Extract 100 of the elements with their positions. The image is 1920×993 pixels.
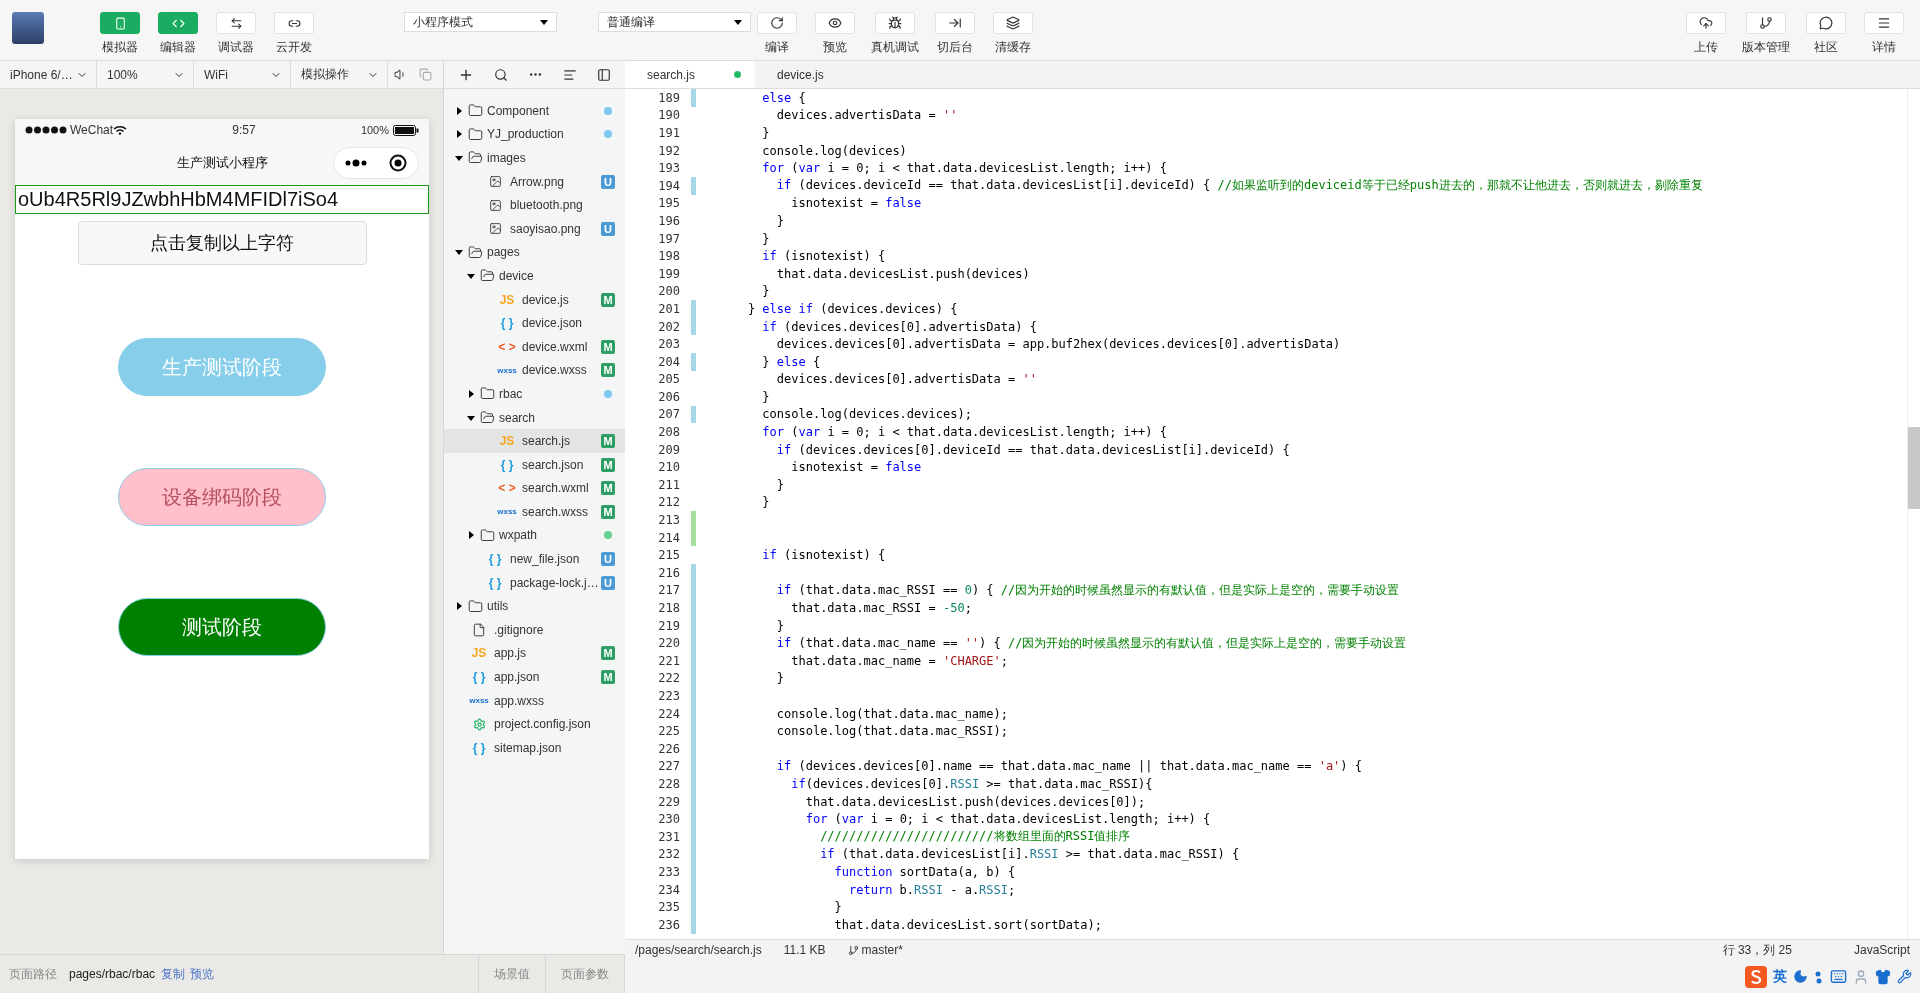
file-tree-item[interactable]: < > device.wxml M (444, 334, 625, 359)
toolbar-button[interactable]: 编译 (755, 12, 799, 56)
toolbar-button[interactable]: 编辑器 (156, 12, 200, 56)
file-tree-item[interactable]: YJ_production (444, 122, 625, 147)
file-tree-item[interactable]: project.config.json (444, 712, 625, 737)
git-branch[interactable]: master* (847, 943, 903, 957)
line-number: 229 (657, 794, 680, 809)
avatar[interactable] (12, 12, 44, 44)
file-tree-item[interactable]: { } sitemap.json (444, 736, 625, 760)
list-icon[interactable] (563, 67, 577, 82)
file-tree-item[interactable]: wxpath (444, 523, 625, 548)
copy-button[interactable]: 点击复制以上字符 (77, 221, 367, 265)
code-line: that.data.mac_name = 'CHARGE'; (790, 653, 1008, 668)
editor-tab[interactable]: search.js (625, 61, 755, 88)
file-tree-item[interactable]: pages (444, 240, 625, 265)
panel-icon[interactable] (597, 67, 611, 82)
file-tree-item[interactable]: JS device.js M (444, 287, 625, 312)
path-link[interactable]: 复制 (161, 965, 186, 983)
file-tree-item[interactable]: utils (444, 594, 625, 619)
status-badge: U (601, 174, 615, 189)
code-line: for (var i = 0; i < that.data.devicesList.length; i++) { (761, 161, 1167, 176)
file-tree-item[interactable]: wxss app.wxss (444, 688, 625, 713)
file-tree-item[interactable]: wxss device.wxss M (444, 358, 625, 383)
search-icon[interactable] (494, 67, 508, 82)
file-tree-item[interactable]: images (444, 146, 625, 170)
page-path: pages/rbac/rbac (69, 967, 156, 981)
file-tree-item[interactable]: search (444, 405, 625, 430)
file-tree-item[interactable]: wxss search.wxss M (444, 500, 625, 524)
moon-icon[interactable] (1793, 969, 1808, 984)
ime-mode-label[interactable]: 英 (1773, 967, 1787, 986)
code-line: } (761, 231, 770, 246)
line-number: 213 (657, 513, 680, 528)
toolbar-button[interactable]: 社区 (1804, 12, 1848, 56)
path-link[interactable]: 预览 (190, 965, 215, 983)
file-tree-item[interactable]: Arrow.png U (444, 169, 625, 194)
mode-dropdown[interactable]: 小程序模式 (404, 12, 557, 32)
toolbar-button[interactable]: 云开发 (272, 12, 316, 56)
keyboard-icon[interactable] (1830, 968, 1847, 985)
simulator-dropdown[interactable]: 100% (97, 61, 194, 88)
toolbar-button[interactable]: 预览 (813, 12, 857, 56)
line-number: 234 (657, 882, 680, 897)
json-file-icon: { } (496, 457, 518, 472)
file-tree-item[interactable]: { } package-lock.j… U (444, 570, 625, 595)
toolbar-button[interactable]: 上传 (1684, 12, 1728, 56)
stage-button[interactable]: 测试阶段 (118, 598, 326, 656)
toolbar-button[interactable]: 调试器 (214, 12, 258, 56)
capsule-menu[interactable] (333, 147, 419, 179)
toolbar-button[interactable]: 模拟器 (98, 12, 142, 56)
code-line: } (833, 900, 842, 915)
signal-icon (25, 126, 67, 134)
file-tree-item[interactable]: < > search.wxml M (444, 476, 625, 501)
file-tree-item[interactable]: bluetooth.png (444, 193, 625, 217)
line-number: 197 (657, 231, 680, 246)
text-input[interactable]: oUb4R5Rl9JZwbhHbM4MFIDl7iSo4 (15, 185, 429, 214)
code-line: if (devices.deviceId == that.data.devicesList[i].deviceId) { //如果监听到的deviceid等于已经push进去的，那就不让他进去，否则就进去，剔除重复 (775, 177, 1703, 195)
file-tree-item[interactable]: { } app.json M (444, 665, 625, 689)
file-tree-item[interactable]: JS app.js M (444, 641, 625, 666)
wrench-icon[interactable] (1897, 969, 1912, 984)
chat-icon (1819, 16, 1833, 30)
toolbar-button[interactable]: 真机调试 (871, 12, 919, 56)
code-line: if (devices.devices[0].name == that.data.mac_name || that.data.mac_name == 'a') { (775, 759, 1363, 774)
line-number: 210 (657, 460, 680, 475)
code-line: } (775, 671, 785, 686)
editor-tab[interactable]: device.js (755, 61, 858, 88)
status-badge: M (601, 434, 615, 449)
toolbar-button[interactable]: 详情 (1862, 12, 1906, 56)
code-line: if (that.data.devicesList[i].RSSI >= that.data.mac_RSSI) { (819, 847, 1240, 862)
file-tree-item[interactable]: { } search.json M (444, 452, 625, 477)
file-tree-item[interactable]: Component (444, 99, 625, 123)
ime-logo-icon[interactable] (1745, 965, 1767, 988)
simulator-dropdown[interactable]: WiFi (194, 61, 291, 88)
file-tree-item[interactable]: { } new_file.json U (444, 547, 625, 571)
toolbar-button[interactable]: 版本管理 (1742, 12, 1790, 56)
battery-icon (393, 124, 419, 136)
punctuation-icon[interactable] (1814, 969, 1824, 984)
speaker-icon[interactable] (394, 68, 407, 81)
toolbar-button[interactable]: 清缓存 (991, 12, 1035, 56)
code-line: for (var i = 0; i < that.data.devicesList.length; i++) { (804, 812, 1211, 827)
toolbar-button[interactable]: 切后台 (933, 12, 977, 56)
branch-icon (847, 944, 859, 956)
simulator-dropdown[interactable]: 模拟操作 (291, 61, 388, 88)
scrollbar-thumb[interactable] (1908, 427, 1920, 509)
code-line: } (761, 126, 770, 140)
file-tree-item[interactable]: rbac (444, 382, 625, 406)
close-icon (389, 154, 407, 172)
simulator-dropdown[interactable]: iPhone 6/… (0, 61, 97, 88)
file-tree-item[interactable]: saoyisao.png U (444, 216, 625, 241)
code-line: that.data.devicesList.push(devices.devices[0]); (804, 794, 1146, 809)
code-line: isnotexist = false (790, 196, 922, 211)
line-number: 235 (657, 900, 680, 915)
file-tree-item[interactable]: JS search.js M (444, 429, 625, 453)
folder-open-icon (480, 268, 495, 284)
file-tree-item[interactable]: .gitignore (444, 618, 625, 642)
language-mode[interactable]: JavaScript (1853, 943, 1910, 957)
file-tree-item[interactable]: { } device.json (444, 311, 625, 335)
shirt-icon[interactable] (1875, 968, 1891, 985)
compile-dropdown[interactable]: 普通编译 (598, 12, 751, 32)
json-file-icon: { } (484, 575, 506, 590)
file-tree-item[interactable]: device (444, 264, 625, 288)
folder-open-icon (480, 410, 495, 425)
